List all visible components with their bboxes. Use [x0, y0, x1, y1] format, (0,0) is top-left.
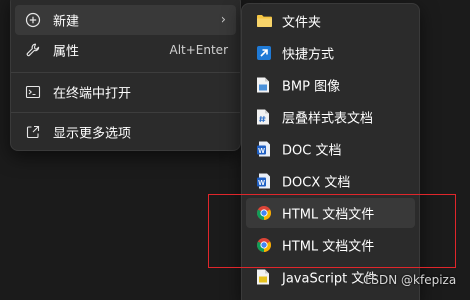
- menu-item-label: 属性: [53, 44, 80, 60]
- watermark: CSDN @kfepiza: [363, 273, 457, 287]
- submenu-item-css[interactable]: 层叠样式表文档: [246, 102, 415, 132]
- css-file-icon: [257, 109, 269, 125]
- chevron-right-icon: ›: [220, 12, 226, 28]
- submenu-item-doc[interactable]: W DOC 文档: [246, 134, 415, 164]
- submenu-item-label: 快捷方式: [282, 47, 335, 63]
- context-menu: 新建 › 属性 Alt+Enter 在终端中打开 显示更多选项: [10, 0, 241, 151]
- submenu-item-label: BMP 图像: [282, 79, 341, 95]
- word-doc-icon: W: [257, 141, 270, 157]
- folder-icon: [257, 15, 272, 27]
- plus-circle-icon: [25, 12, 41, 28]
- word-docx-icon: W: [257, 173, 270, 189]
- menu-item-properties[interactable]: 属性 Alt+Enter: [15, 35, 236, 65]
- submenu-item-shortcut[interactable]: 快捷方式: [246, 38, 415, 68]
- menu-item-new[interactable]: 新建 ›: [15, 5, 236, 35]
- menu-separator: [11, 112, 240, 113]
- wrench-icon: [26, 43, 40, 57]
- submenu-item-bmp[interactable]: BMP 图像: [246, 70, 415, 100]
- shortcut-arrow-icon: [257, 46, 271, 60]
- terminal-icon: [25, 85, 41, 99]
- submenu-item-label: DOC 文档: [282, 143, 342, 159]
- submenu-item-label: 层叠样式表文档: [282, 111, 374, 127]
- menu-separator: [11, 72, 240, 73]
- menu-item-open-in-terminal[interactable]: 在终端中打开: [15, 77, 236, 107]
- shortcut-label: Alt+Enter: [169, 43, 228, 57]
- submenu-item-docx[interactable]: W DOCX 文档: [246, 166, 415, 196]
- js-file-icon: [257, 269, 269, 285]
- share-out-icon: [26, 125, 40, 139]
- svg-text:W: W: [258, 148, 265, 155]
- submenu-item-label: 文件夹: [282, 15, 322, 31]
- menu-item-show-more-options[interactable]: 显示更多选项: [15, 117, 236, 147]
- submenu-item-label: DOCX 文档: [282, 175, 351, 191]
- svg-text:W: W: [258, 180, 265, 187]
- highlight-annotation-box: [208, 194, 456, 268]
- menu-item-label: 在终端中打开: [53, 86, 132, 102]
- menu-item-label: 显示更多选项: [53, 126, 132, 142]
- menu-item-label: 新建: [53, 14, 80, 30]
- bmp-file-icon: [257, 77, 269, 93]
- submenu-item-folder[interactable]: 文件夹: [246, 6, 415, 36]
